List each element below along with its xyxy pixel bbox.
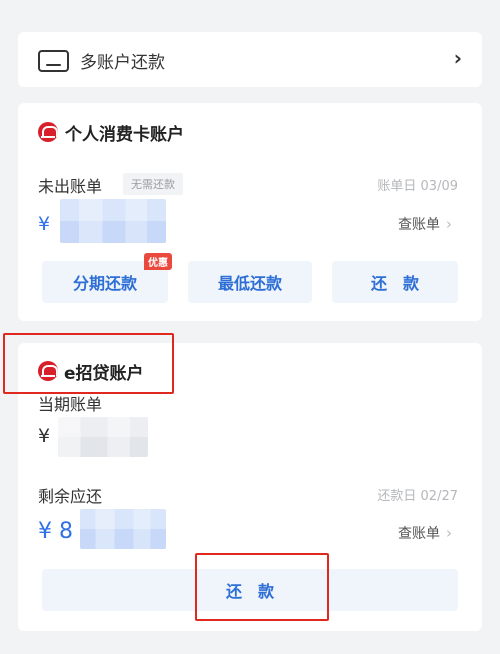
view-bill-label: 查账单 bbox=[398, 217, 440, 233]
amount-currency: ¥ bbox=[38, 213, 51, 235]
no-payment-tag: 无需还款 bbox=[123, 173, 183, 195]
remaining-due-label: 剩余应还 bbox=[38, 487, 103, 506]
repay-date: 还款日 02/27 bbox=[377, 489, 458, 504]
discount-badge: 优惠 bbox=[144, 253, 172, 270]
view-bill-label: 查账单 bbox=[398, 526, 440, 542]
current-bill-label: 当期账单 bbox=[38, 395, 103, 414]
highlight-frame-repay-button bbox=[195, 553, 329, 621]
wallet-icon bbox=[38, 50, 69, 72]
chevron-right-icon: › bbox=[446, 215, 452, 233]
blurred-amount bbox=[60, 199, 166, 243]
credit-card-account-card: 个人消费卡账户 未出账单 无需还款 账单日 03/09 ¥ 查账单 › 分期还款 … bbox=[18, 103, 482, 321]
blurred-remaining-amount bbox=[80, 509, 166, 549]
view-bill-link[interactable]: 查账单 › bbox=[398, 523, 452, 543]
credit-card-account-title: 个人消费卡账户 bbox=[65, 125, 184, 145]
remaining-amount-prefix: ¥ 8 bbox=[38, 519, 73, 544]
multi-account-repay-row[interactable]: 多账户还款 › bbox=[18, 32, 482, 87]
current-bill-currency: ¥ bbox=[38, 425, 51, 447]
installment-repay-button[interactable]: 分期还款 优惠 bbox=[42, 253, 172, 303]
chevron-right-icon: › bbox=[453, 46, 462, 70]
chevron-right-icon: › bbox=[446, 524, 452, 542]
repay-button[interactable]: 还 款 bbox=[332, 261, 458, 303]
bank-logo-icon bbox=[38, 122, 58, 142]
blurred-current-amount bbox=[58, 417, 148, 457]
bill-date: 账单日 03/09 bbox=[377, 179, 458, 194]
unbilled-label: 未出账单 bbox=[38, 177, 103, 196]
view-bill-link[interactable]: 查账单 › bbox=[398, 214, 452, 234]
multi-account-label: 多账户还款 bbox=[80, 53, 165, 73]
minimum-repay-button[interactable]: 最低还款 bbox=[188, 261, 312, 303]
installment-repay-label: 分期还款 bbox=[72, 276, 137, 293]
highlight-frame-eloan-title bbox=[3, 333, 174, 394]
